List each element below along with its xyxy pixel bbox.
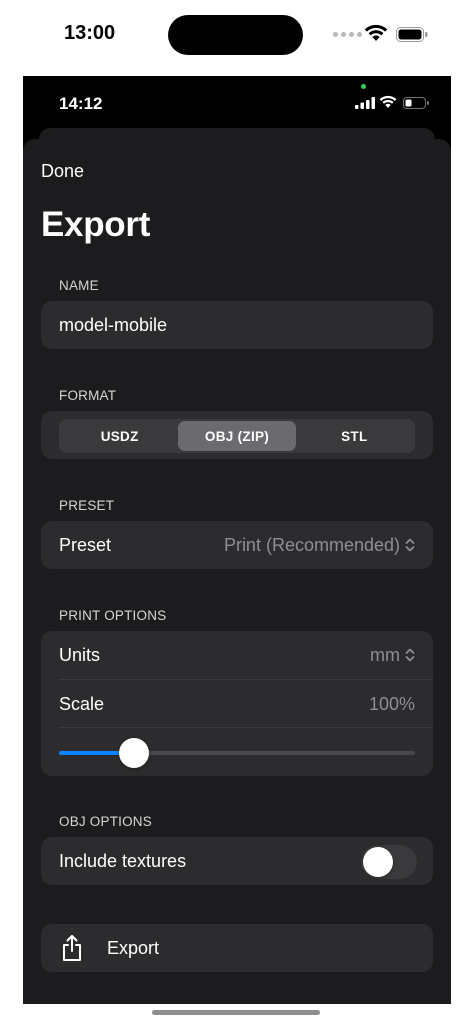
cellular-dots-icon	[333, 32, 362, 37]
print-options-section-label: PRINT OPTIONS	[59, 608, 167, 623]
chevron-up-down-icon	[405, 538, 415, 552]
preset-value: Print (Recommended)	[223, 534, 400, 555]
obj-options-section-label: OBJ OPTIONS	[59, 814, 152, 829]
wifi-icon	[364, 24, 388, 41]
battery-icon	[396, 27, 428, 42]
units-picker-row[interactable]: Units mm	[41, 631, 433, 679]
format-option-usdz[interactable]: USDZ	[61, 421, 178, 451]
status-time: 14:12	[59, 94, 103, 113]
export-sheet: Done Export NAME model-mobile FORMAT USD…	[23, 139, 451, 1004]
cellular-signal-icon	[355, 97, 375, 109]
print-options-card: Units mm Scale 100%	[41, 631, 433, 776]
include-textures-label: Include textures	[59, 850, 187, 871]
preset-card: Preset Print (Recommended)	[41, 521, 433, 569]
include-textures-toggle[interactable]	[361, 845, 417, 879]
scale-value: 100%	[368, 693, 415, 714]
scale-slider-thumb[interactable]	[118, 738, 149, 768]
name-field[interactable]: model-mobile	[41, 301, 433, 349]
units-row-label: Units	[59, 644, 101, 665]
home-indicator[interactable]	[152, 1010, 320, 1015]
format-option-obj-zip[interactable]: OBJ (ZIP)	[178, 421, 296, 451]
outer-status-bar: 13:00	[0, 0, 471, 72]
row-divider	[59, 727, 433, 728]
chevron-up-down-icon	[405, 648, 415, 662]
scale-row-label: Scale	[59, 693, 105, 714]
battery-icon	[403, 97, 429, 109]
dynamic-island	[168, 15, 303, 55]
format-option-stl[interactable]: STL	[296, 421, 413, 451]
scale-slider[interactable]	[59, 738, 415, 768]
export-button-label: Export	[107, 938, 160, 958]
done-button[interactable]: Done	[41, 161, 84, 182]
format-card: USDZ OBJ (ZIP) STL	[41, 411, 433, 459]
name-section-label: NAME	[59, 278, 99, 293]
preset-picker-row[interactable]: Preset Print (Recommended)	[41, 521, 433, 569]
scale-row: Scale 100%	[41, 680, 433, 728]
share-icon	[63, 935, 81, 961]
page-title: Export	[41, 205, 151, 244]
export-button[interactable]: Export	[41, 924, 433, 972]
preset-section-label: PRESET	[59, 498, 115, 513]
units-value: mm	[370, 644, 400, 665]
format-segmented-control[interactable]: USDZ OBJ (ZIP) STL	[59, 419, 415, 453]
name-input-value[interactable]: model-mobile	[59, 301, 167, 349]
wifi-icon	[379, 95, 397, 108]
export-card: Export	[41, 924, 433, 972]
preset-row-label: Preset	[59, 534, 112, 555]
format-section-label: FORMAT	[59, 388, 117, 403]
outer-status-time: 13:00	[64, 22, 116, 44]
device-screen: 14:12 Done Export NAME model-mobile FORM…	[23, 76, 451, 1004]
obj-options-card: Include textures	[41, 837, 433, 885]
toggle-knob	[363, 847, 393, 877]
camera-indicator-icon	[361, 84, 366, 89]
